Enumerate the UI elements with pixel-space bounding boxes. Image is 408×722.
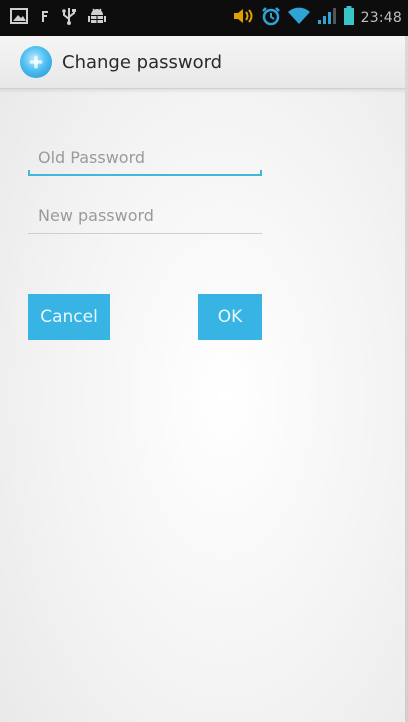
cell-signal-icon: [317, 7, 337, 29]
wifi-icon: [287, 7, 311, 29]
page-title: Change password: [62, 51, 223, 73]
action-bar: Change password: [0, 36, 408, 89]
screen: 23:48 Change password Cancel OK: [0, 0, 408, 722]
flower-icon: [29, 55, 43, 69]
new-password-input[interactable]: [28, 198, 262, 232]
old-password-underline: [28, 170, 262, 176]
status-right-icons: 23:48: [233, 0, 402, 36]
new-password-underline: [28, 233, 262, 234]
usb-icon: [62, 7, 76, 29]
volume-icon: [233, 7, 255, 29]
new-password-field-container: [28, 198, 262, 234]
app-icon[interactable]: [20, 46, 52, 78]
gallery-icon: [10, 8, 28, 28]
signal-f-icon: [40, 8, 50, 28]
old-password-input[interactable]: [28, 140, 262, 174]
alarm-icon: [261, 6, 281, 30]
ok-button[interactable]: OK: [198, 294, 262, 340]
status-left-icons: [10, 0, 106, 36]
android-debug-icon: [88, 7, 106, 29]
old-password-field-container: [28, 140, 262, 176]
status-bar: 23:48: [0, 0, 408, 36]
clock: 23:48: [360, 10, 402, 26]
battery-icon: [343, 6, 355, 30]
cancel-button[interactable]: Cancel: [28, 294, 110, 340]
